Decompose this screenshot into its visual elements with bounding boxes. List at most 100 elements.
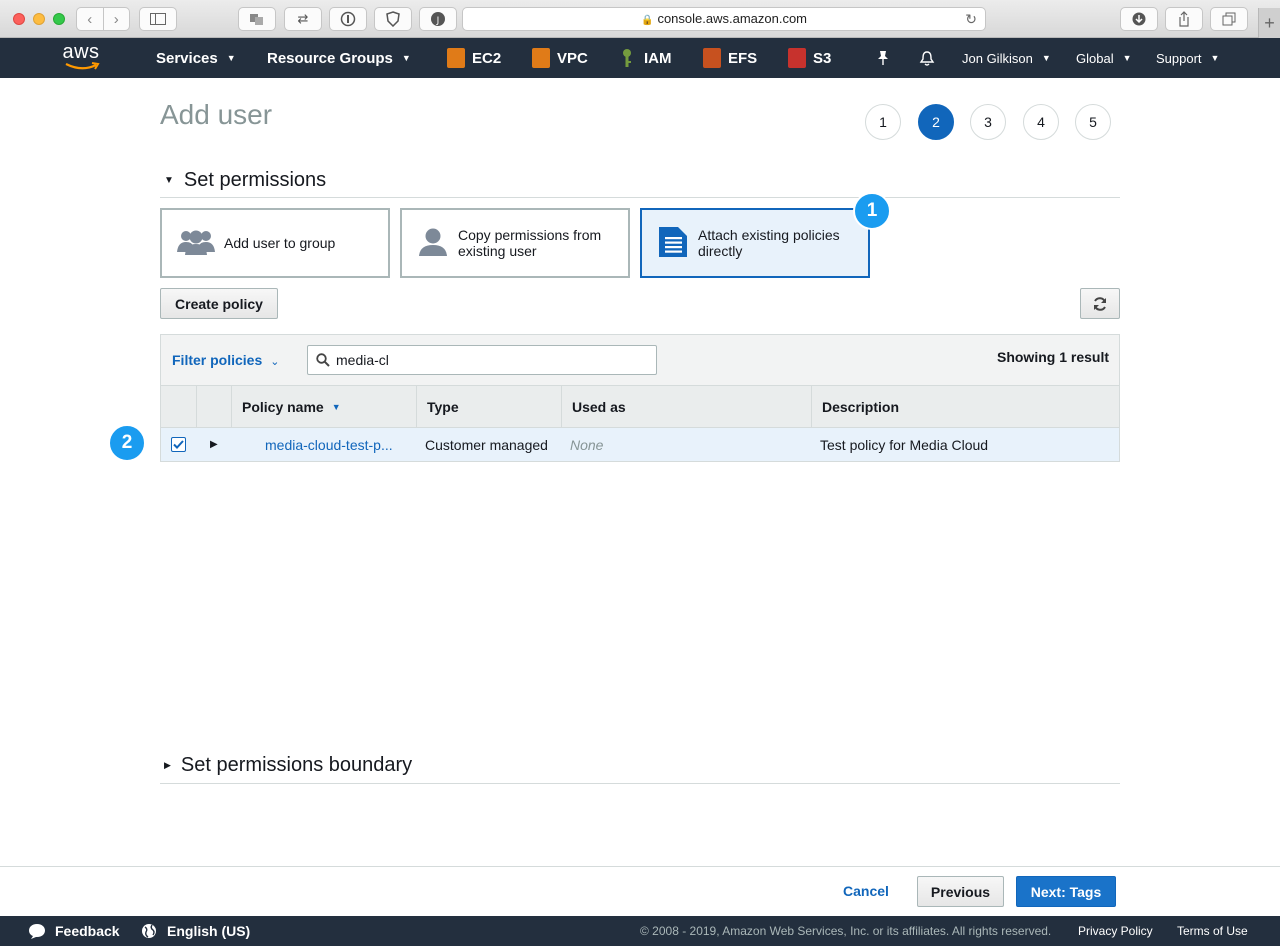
previous-button[interactable]: Previous [917,876,1004,907]
checkbox-checked[interactable] [171,437,186,452]
permissions-boundary-header[interactable]: ▶ Set permissions boundary [160,754,1120,784]
copy-permissions-option[interactable]: Copy permissions from existing user [400,208,630,278]
result-count: Showing 1 result [996,349,1109,365]
add-user-to-group-option[interactable]: Add user to group [160,208,390,278]
shortcut-s3[interactable]: S3 [788,38,831,78]
wizard-step-2[interactable]: 2 [918,104,954,140]
sync-extension-icon[interactable]: ⇄ [284,7,322,31]
chevron-down-icon: ▼ [226,53,236,63]
policy-description: Test policy for Media Cloud [820,436,989,453]
browser-toolbar: ‹ › ⇄ J 🔒 console.aws.amazon.com ↻ + [0,0,1280,38]
support-label: Support [1156,50,1202,66]
chevron-down-icon: ▼ [401,53,411,63]
globe-icon [142,924,156,938]
wizard-step-5[interactable]: 5 [1075,104,1111,140]
set-permissions-header[interactable]: ▼ Set permissions [160,169,1120,198]
refresh-button[interactable] [1080,288,1120,319]
tabs-overview-icon[interactable] [1210,7,1248,31]
shortcut-iam[interactable]: IAM [620,38,672,78]
new-tab-icon[interactable]: + [1258,8,1280,38]
back-icon[interactable]: ‹ [77,8,103,30]
shield-extension-icon[interactable] [374,7,412,31]
account-menu[interactable]: Jon Gilkison ▼ [962,38,1051,78]
page-title: Add user [160,99,273,130]
expand-row-icon[interactable]: ▶ [210,428,218,461]
policies-table: Filter policies ⌄ media-cl Showing 1 resu… [160,334,1120,462]
region-menu[interactable]: Global ▼ [1076,38,1132,78]
search-icon [316,353,330,367]
history-nav: ‹ › [76,7,130,31]
close-window-button[interactable] [13,13,25,25]
document-icon [656,226,690,261]
attach-policies-option[interactable]: Attach existing policies directly [640,208,870,278]
resource-groups-label: Resource Groups [267,49,393,67]
column-header-used-as[interactable]: Used as [561,386,626,427]
account-label: Jon Gilkison [962,50,1033,66]
pin-icon[interactable] [876,38,890,78]
bell-icon[interactable] [919,38,935,78]
efs-icon [703,48,721,68]
privacy-policy-link[interactable]: Privacy Policy [1078,916,1153,946]
reload-icon[interactable]: ↻ [965,8,977,30]
forward-icon[interactable]: › [102,8,130,30]
table-row[interactable]: ▶ media-cloud-test-p... Customer managed… [160,428,1120,462]
wizard-step-1[interactable]: 1 [865,104,901,140]
used-as-value: None [570,436,604,453]
sort-desc-icon: ▼ [331,401,341,412]
row-checkbox[interactable] [171,428,186,461]
column-header-description[interactable]: Description [811,386,899,427]
script-extension-icon[interactable]: J [419,7,457,31]
column-header-type[interactable]: Type [416,386,459,427]
terms-of-use-link[interactable]: Terms of Use [1177,916,1248,946]
services-menu[interactable]: Services ▼ [156,38,236,78]
policy-name-link[interactable]: media-cloud-test-p... [265,428,393,461]
checkmark-icon [173,440,184,449]
console-footer: Feedback English (US) © 2008 - 2019, Ama… [0,916,1280,946]
svg-text:J: J [436,16,440,26]
cancel-button[interactable]: Cancel [843,883,889,899]
shortcut-ec2[interactable]: EC2 [447,38,501,78]
option-label: Attach existing policies directly [698,227,840,259]
search-input[interactable]: media-cl [307,345,657,375]
feedback-link[interactable]: Feedback [28,916,120,946]
column-label: Type [427,398,459,415]
column-divider [196,386,197,427]
fullscreen-window-button[interactable] [53,13,65,25]
chevron-down-icon: ▼ [1210,53,1220,63]
column-header-policy-name[interactable]: Policy name ▼ [231,386,341,427]
column-label: Description [822,398,900,415]
password-extension-icon[interactable] [329,7,367,31]
extension-icon[interactable] [238,7,276,31]
address-bar[interactable]: 🔒 console.aws.amazon.com ↻ [462,7,986,31]
filter-policies-dropdown[interactable]: Filter policies ⌄ [172,352,279,368]
minimize-window-button[interactable] [33,13,45,25]
group-icon [176,228,216,259]
speech-bubble-icon [29,924,45,939]
wizard-step-3[interactable]: 3 [970,104,1006,140]
shortcut-efs[interactable]: EFS [703,38,757,78]
language-selector[interactable]: English (US) [141,916,250,946]
user-icon [416,227,450,260]
column-label: Policy name [242,398,324,415]
column-label: Used as [572,398,626,415]
wizard-step-4[interactable]: 4 [1023,104,1059,140]
url-text: console.aws.amazon.com [657,11,808,26]
policy-name: media-cloud-test-p... [265,436,393,453]
vpc-icon [532,48,550,68]
section-title: Set permissions boundary [180,754,413,776]
resource-groups-menu[interactable]: Resource Groups ▼ [267,38,411,78]
aws-logo-text: aws [62,41,100,63]
create-policy-button[interactable]: Create policy [160,288,278,319]
next-tags-button[interactable]: Next: Tags [1016,876,1116,907]
shortcut-vpc[interactable]: VPC [532,38,588,78]
download-icon[interactable] [1120,7,1158,31]
refresh-icon [1094,296,1106,311]
filter-bar: Filter policies ⌄ media-cl Showing 1 resu… [160,334,1120,386]
option-label: Copy permissions from existing user [458,227,602,259]
support-menu[interactable]: Support ▼ [1156,38,1219,78]
sidebar-toggle-icon[interactable] [139,7,177,31]
chevron-down-icon: ⌄ [270,356,280,368]
services-label: Services [156,49,218,67]
share-icon[interactable] [1165,7,1203,31]
aws-logo[interactable]: aws [60,42,102,74]
